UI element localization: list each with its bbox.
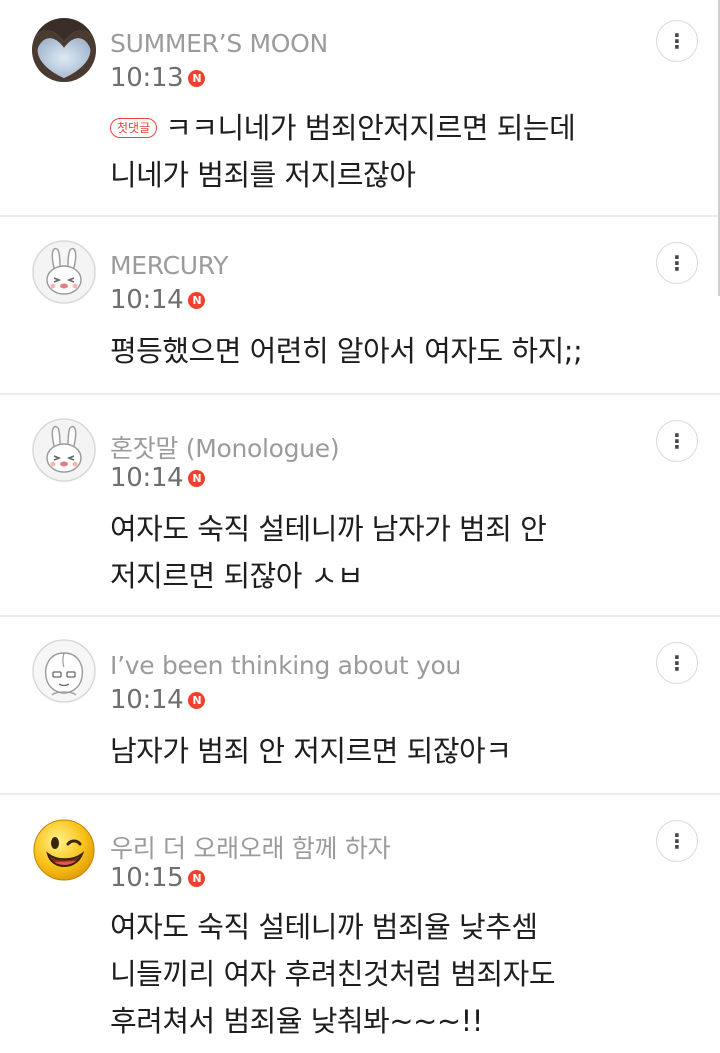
comment-meta: 10:14 N bbox=[110, 463, 206, 493]
rabbit-avatar-icon[interactable] bbox=[32, 418, 96, 482]
comment-body: 여자도 숙직 설테니까 범죄율 낮추셈 니들끼리 여자 후려친것처럼 범죄자도 … bbox=[110, 904, 680, 1045]
comment-line: 니네가 범죄를 저지르잖아 bbox=[110, 158, 416, 192]
scrollbar[interactable] bbox=[714, 0, 720, 300]
new-badge: N bbox=[188, 470, 206, 487]
comment-text: ㅋㅋ니네가 범죄안저지르면 되는데 bbox=[165, 111, 576, 145]
comment-list: SUMMER’S MOON 10:13 N ⋮ 첫댓글 ㅋㅋ니네가 범죄안저지르면… bbox=[0, 0, 720, 1053]
comment-item: SUMMER’S MOON 10:13 N ⋮ 첫댓글 ㅋㅋ니네가 범죄안저지르면… bbox=[0, 0, 720, 217]
comment-meta: 10:13 N bbox=[110, 63, 206, 93]
comment-body: 여자도 숙직 설테니까 남자가 범죄 안 저지르면 되잖아 ㅅㅂ bbox=[110, 506, 680, 600]
first-comment-badge: 첫댓글 bbox=[110, 118, 158, 138]
more-options-button[interactable]: ⋮ bbox=[656, 420, 698, 462]
more-vertical-icon: ⋮ bbox=[667, 429, 687, 453]
comment-author[interactable]: 우리 더 오래오래 함께 하자 bbox=[110, 829, 391, 865]
comment-line: 후려쳐서 범죄율 낮춰봐~~~!! bbox=[110, 1004, 483, 1038]
rabbit-avatar-icon[interactable] bbox=[32, 240, 96, 304]
comment-line: 평등했으면 어련히 알아서 여자도 하지;; bbox=[110, 334, 583, 368]
comment-item: I’ve been thinking about you 10:14 N ⋮ 남… bbox=[0, 617, 720, 795]
more-vertical-icon: ⋮ bbox=[667, 829, 687, 853]
peach-avatar-icon[interactable] bbox=[32, 639, 96, 703]
comment-meta: 10:14 N bbox=[110, 285, 206, 315]
more-vertical-icon: ⋮ bbox=[667, 651, 687, 675]
comment-body: 남자가 범죄 안 저지르면 되잖아ㅋ bbox=[110, 728, 680, 775]
winking-smiley-avatar-icon[interactable] bbox=[32, 818, 96, 882]
comment-line: 여자도 숙직 설테니까 범죄율 낮추셈 bbox=[110, 910, 538, 944]
new-badge: N bbox=[188, 870, 206, 887]
comment-line: 여자도 숙직 설테니까 남자가 범죄 안 bbox=[110, 512, 547, 546]
more-vertical-icon: ⋮ bbox=[667, 251, 687, 275]
comment-author[interactable]: SUMMER’S MOON bbox=[110, 29, 328, 58]
more-options-button[interactable]: ⋮ bbox=[656, 20, 698, 62]
comment-author[interactable]: I’ve been thinking about you bbox=[110, 651, 461, 680]
comment-item: 우리 더 오래오래 함께 하자 10:15 N ⋮ 여자도 숙직 설테니까 범죄… bbox=[0, 795, 720, 1053]
comment-time: 10:14 bbox=[110, 285, 184, 315]
new-badge: N bbox=[188, 70, 206, 87]
more-options-button[interactable]: ⋮ bbox=[656, 820, 698, 862]
comment-line: 첫댓글 ㅋㅋ니네가 범죄안저지르면 되는데 bbox=[110, 105, 680, 152]
comment-item: MERCURY 10:14 N ⋮ 평등했으면 어련히 알아서 여자도 하지;; bbox=[0, 217, 720, 395]
more-options-button[interactable]: ⋮ bbox=[656, 242, 698, 284]
comment-line: 저지르면 되잖아 ㅅㅂ bbox=[110, 559, 364, 593]
comment-time: 10:14 bbox=[110, 685, 184, 715]
comment-line: 니들끼리 여자 후려친것처럼 범죄자도 bbox=[110, 957, 556, 991]
comment-body: 평등했으면 어련히 알아서 여자도 하지;; bbox=[110, 328, 680, 375]
comment-body: 첫댓글 ㅋㅋ니네가 범죄안저지르면 되는데 니네가 범죄를 저지르잖아 bbox=[110, 105, 680, 199]
comment-meta: 10:14 N bbox=[110, 685, 206, 715]
comment-time: 10:14 bbox=[110, 463, 184, 493]
comment-line: 남자가 범죄 안 저지르면 되잖아ㅋ bbox=[110, 734, 512, 768]
comment-meta: 10:15 N bbox=[110, 863, 206, 893]
comment-item: 혼잣말 (Monologue) 10:14 N ⋮ 여자도 숙직 설테니까 남자… bbox=[0, 395, 720, 617]
new-badge: N bbox=[188, 292, 206, 309]
more-vertical-icon: ⋮ bbox=[667, 29, 687, 53]
comment-time: 10:15 bbox=[110, 863, 184, 893]
more-options-button[interactable]: ⋮ bbox=[656, 642, 698, 684]
new-badge: N bbox=[188, 692, 206, 709]
comment-author[interactable]: MERCURY bbox=[110, 251, 229, 280]
comment-time: 10:13 bbox=[110, 63, 184, 93]
comment-author[interactable]: 혼잣말 (Monologue) bbox=[110, 429, 340, 465]
heart-hands-avatar-icon[interactable] bbox=[32, 18, 96, 82]
